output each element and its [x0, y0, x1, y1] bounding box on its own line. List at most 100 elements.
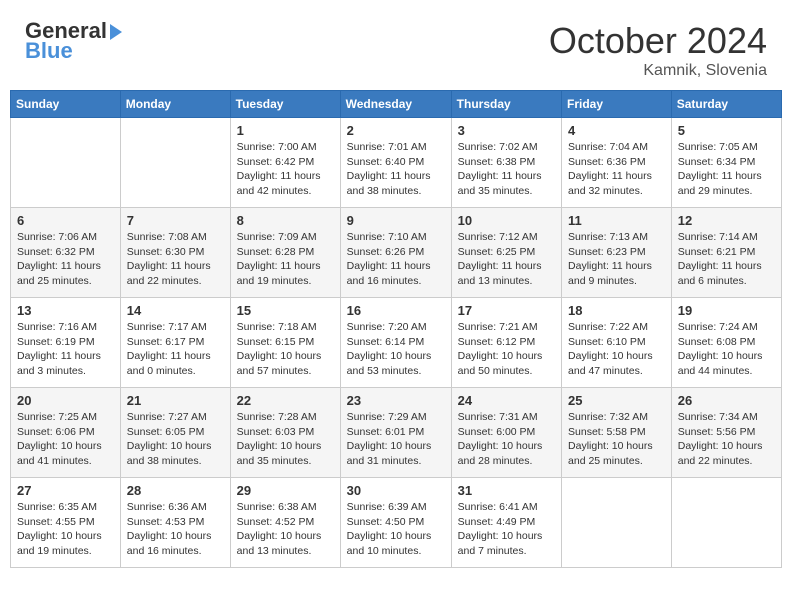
day-info: Sunrise: 7:14 AMSunset: 6:21 PMDaylight:… [678, 230, 775, 289]
calendar-cell: 18Sunrise: 7:22 AMSunset: 6:10 PMDayligh… [562, 298, 672, 388]
day-info: Sunrise: 7:21 AMSunset: 6:12 PMDaylight:… [458, 320, 555, 379]
day-number: 8 [237, 213, 334, 228]
calendar-header-sunday: Sunday [11, 91, 121, 118]
calendar-week-row: 27Sunrise: 6:35 AMSunset: 4:55 PMDayligh… [11, 478, 782, 568]
calendar-cell: 16 Sunrise: 7:20 AMSunset: 6:14 PMDayligh… [340, 298, 451, 388]
day-number: 17 [458, 303, 555, 318]
calendar-cell: 6 Sunrise: 7:06 AMSunset: 6:32 PMDaylight… [11, 208, 121, 298]
calendar-week-row: 13 Sunrise: 7:16 AMSunset: 6:19 PMDayligh… [11, 298, 782, 388]
calendar-cell: 10Sunrise: 7:12 AMSunset: 6:25 PMDayligh… [451, 208, 561, 298]
day-info: Sunrise: 7:27 AMSunset: 6:05 PMDaylight:… [127, 410, 224, 469]
day-number: 6 [17, 213, 114, 228]
calendar-cell: 30Sunrise: 6:39 AMSunset: 4:50 PMDayligh… [340, 478, 451, 568]
calendar-header-tuesday: Tuesday [230, 91, 340, 118]
calendar-cell: 27Sunrise: 6:35 AMSunset: 4:55 PMDayligh… [11, 478, 121, 568]
calendar-cell: 12 Sunrise: 7:14 AMSunset: 6:21 PMDayligh… [671, 208, 781, 298]
day-info: Sunrise: 7:20 AMSunset: 6:14 PMDaylight:… [347, 320, 445, 379]
day-info: Sunrise: 6:36 AMSunset: 4:53 PMDaylight:… [127, 500, 224, 559]
calendar-cell: 26Sunrise: 7:34 AMSunset: 5:56 PMDayligh… [671, 388, 781, 478]
calendar-cell: 23 Sunrise: 7:29 AMSunset: 6:01 PMDayligh… [340, 388, 451, 478]
calendar-cell [562, 478, 672, 568]
calendar-cell: 24Sunrise: 7:31 AMSunset: 6:00 PMDayligh… [451, 388, 561, 478]
day-number: 1 [237, 123, 334, 138]
calendar-table: SundayMondayTuesdayWednesdayThursdayFrid… [10, 90, 782, 568]
day-number: 3 [458, 123, 555, 138]
day-number: 11 [568, 213, 665, 228]
day-number: 31 [458, 483, 555, 498]
day-info: Sunrise: 7:17 AMSunset: 6:17 PMDaylight:… [127, 320, 224, 379]
calendar-cell: 25Sunrise: 7:32 AMSunset: 5:58 PMDayligh… [562, 388, 672, 478]
day-number: 28 [127, 483, 224, 498]
calendar-cell: 22 Sunrise: 7:28 AMSunset: 6:03 PMDayligh… [230, 388, 340, 478]
calendar-cell: 15 Sunrise: 7:18 AMSunset: 6:15 PMDayligh… [230, 298, 340, 388]
day-info: Sunrise: 7:09 AMSunset: 6:28 PMDaylight:… [237, 230, 334, 289]
calendar-week-row: 20Sunrise: 7:25 AMSunset: 6:06 PMDayligh… [11, 388, 782, 478]
calendar-header-monday: Monday [120, 91, 230, 118]
day-info: Sunrise: 7:24 AMSunset: 6:08 PMDaylight:… [678, 320, 775, 379]
day-info: Sunrise: 7:18 AMSunset: 6:15 PMDaylight:… [237, 320, 334, 379]
calendar-cell: 1Sunrise: 7:00 AMSunset: 6:42 PMDaylight… [230, 118, 340, 208]
calendar-header-row: SundayMondayTuesdayWednesdayThursdayFrid… [11, 91, 782, 118]
day-info: Sunrise: 7:34 AMSunset: 5:56 PMDaylight:… [678, 410, 775, 469]
calendar-cell: 31 Sunrise: 6:41 AMSunset: 4:49 PMDayligh… [451, 478, 561, 568]
calendar-cell [11, 118, 121, 208]
day-info: Sunrise: 7:22 AMSunset: 6:10 PMDaylight:… [568, 320, 665, 379]
calendar-header-friday: Friday [562, 91, 672, 118]
logo: General Blue [25, 20, 122, 63]
day-info: Sunrise: 7:10 AMSunset: 6:26 PMDaylight:… [347, 230, 445, 289]
calendar-cell: 5 Sunrise: 7:05 AMSunset: 6:34 PMDaylight… [671, 118, 781, 208]
day-number: 10 [458, 213, 555, 228]
day-info: Sunrise: 7:05 AMSunset: 6:34 PMDaylight:… [678, 140, 775, 199]
title-block: October 2024 Kamnik, Slovenia [549, 20, 767, 80]
calendar-cell: 20Sunrise: 7:25 AMSunset: 6:06 PMDayligh… [11, 388, 121, 478]
day-info: Sunrise: 6:39 AMSunset: 4:50 PMDaylight:… [347, 500, 445, 559]
calendar-cell [671, 478, 781, 568]
logo-text-blue: Blue [25, 38, 73, 63]
calendar-cell: 28 Sunrise: 6:36 AMSunset: 4:53 PMDayligh… [120, 478, 230, 568]
calendar-cell: 29 Sunrise: 6:38 AMSunset: 4:52 PMDayligh… [230, 478, 340, 568]
calendar-cell: 13 Sunrise: 7:16 AMSunset: 6:19 PMDayligh… [11, 298, 121, 388]
day-info: Sunrise: 7:28 AMSunset: 6:03 PMDaylight:… [237, 410, 334, 469]
calendar-cell: 2Sunrise: 7:01 AMSunset: 6:40 PMDaylight… [340, 118, 451, 208]
month-title: October 2024 [549, 20, 767, 62]
calendar-cell [120, 118, 230, 208]
day-info: Sunrise: 6:35 AMSunset: 4:55 PMDaylight:… [17, 500, 114, 559]
day-number: 7 [127, 213, 224, 228]
day-number: 13 [17, 303, 114, 318]
calendar-week-row: 1Sunrise: 7:00 AMSunset: 6:42 PMDaylight… [11, 118, 782, 208]
day-info: Sunrise: 7:02 AMSunset: 6:38 PMDaylight:… [458, 140, 555, 199]
day-info: Sunrise: 6:41 AMSunset: 4:49 PMDaylight:… [458, 500, 555, 559]
day-number: 5 [678, 123, 775, 138]
day-info: Sunrise: 7:13 AMSunset: 6:23 PMDaylight:… [568, 230, 665, 289]
page-header: General Blue October 2024 Kamnik, Sloven… [10, 10, 782, 85]
day-info: Sunrise: 6:38 AMSunset: 4:52 PMDaylight:… [237, 500, 334, 559]
day-number: 23 [347, 393, 445, 408]
calendar-cell: 21 Sunrise: 7:27 AMSunset: 6:05 PMDayligh… [120, 388, 230, 478]
day-number: 25 [568, 393, 665, 408]
day-number: 15 [237, 303, 334, 318]
calendar-cell: 11 Sunrise: 7:13 AMSunset: 6:23 PMDayligh… [562, 208, 672, 298]
day-info: Sunrise: 7:04 AMSunset: 6:36 PMDaylight:… [568, 140, 665, 199]
day-number: 2 [347, 123, 445, 138]
day-number: 12 [678, 213, 775, 228]
calendar-cell: 19Sunrise: 7:24 AMSunset: 6:08 PMDayligh… [671, 298, 781, 388]
day-number: 21 [127, 393, 224, 408]
day-info: Sunrise: 7:31 AMSunset: 6:00 PMDaylight:… [458, 410, 555, 469]
calendar-cell: 3 Sunrise: 7:02 AMSunset: 6:38 PMDaylight… [451, 118, 561, 208]
day-number: 4 [568, 123, 665, 138]
day-info: Sunrise: 7:16 AMSunset: 6:19 PMDaylight:… [17, 320, 114, 379]
day-number: 29 [237, 483, 334, 498]
logo-arrow-icon [110, 24, 122, 40]
calendar-cell: 17 Sunrise: 7:21 AMSunset: 6:12 PMDayligh… [451, 298, 561, 388]
day-info: Sunrise: 7:29 AMSunset: 6:01 PMDaylight:… [347, 410, 445, 469]
calendar-cell: 8 Sunrise: 7:09 AMSunset: 6:28 PMDaylight… [230, 208, 340, 298]
day-number: 22 [237, 393, 334, 408]
calendar-header-wednesday: Wednesday [340, 91, 451, 118]
calendar-cell: 9Sunrise: 7:10 AMSunset: 6:26 PMDaylight… [340, 208, 451, 298]
calendar-header-thursday: Thursday [451, 91, 561, 118]
day-number: 16 [347, 303, 445, 318]
day-number: 14 [127, 303, 224, 318]
calendar-cell: 14 Sunrise: 7:17 AMSunset: 6:17 PMDayligh… [120, 298, 230, 388]
location-title: Kamnik, Slovenia [549, 62, 767, 80]
day-info: Sunrise: 7:06 AMSunset: 6:32 PMDaylight:… [17, 230, 114, 289]
